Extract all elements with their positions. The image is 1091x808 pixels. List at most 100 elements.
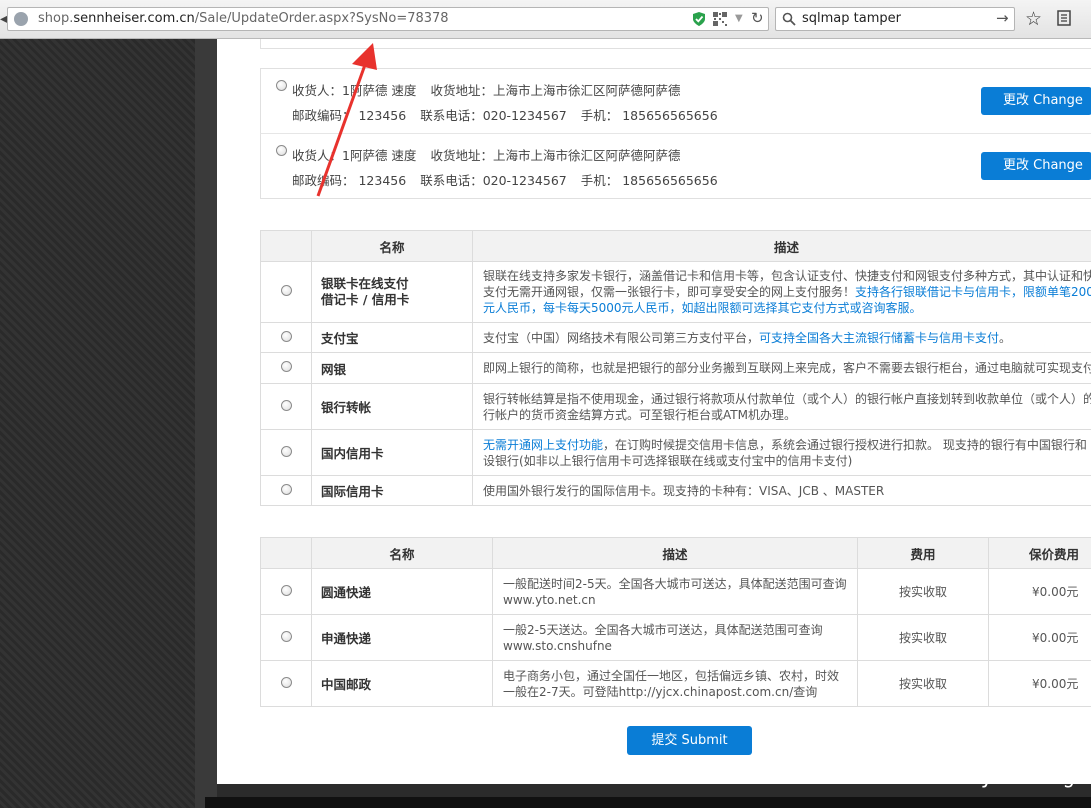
header-description: 描述 [492,537,858,569]
receiver-name: 收货人：1阿萨德 速度 [292,83,417,98]
insurance-fee: ¥0.00元 [988,568,1091,615]
address-card: 收货人：1阿萨德 速度 收货地址：上海市上海市徐汇区阿萨德阿萨德 邮政编码： 12… [260,68,1091,134]
receiver-address: 收货地址：上海市上海市徐汇区阿萨德阿萨德 [430,83,681,98]
desc-line: www.yto.net.cn [503,592,596,607]
shipping-name: 圆通快递 [311,568,493,615]
shipping-description: 一般2-5天送达。全国各大城市可送达，具体配送范围可查询 www.sto.cnsh… [492,614,858,661]
phone: 联系电话：020-1234567 [420,108,567,123]
payment-name: 银联卡在线支付 借记卡 / 信用卡 [311,261,473,323]
payment-radio[interactable] [280,285,292,296]
url-text[interactable]: shop.sennheiser.com.cn/Sale/UpdateOrder.… [38,11,449,26]
shipping-radio[interactable] [280,630,292,642]
url-bar[interactable]: shop.sennheiser.com.cn/Sale/UpdateOrder.… [7,7,769,31]
shipping-radio[interactable] [280,584,292,596]
desc-line: 支付无需开通网银，仅需一张银行卡，即可享受安全的网上支付服务！支持各行银联借记卡… [483,284,1091,300]
payment-radio[interactable] [280,483,292,495]
receiver-name: 收货人：1阿萨德 速度 [292,148,417,163]
shipping-row-yto[interactable]: 圆通快递 一般配送时间2-5天。全国各大城市可送达，具体配送范围可查询 www.y… [260,568,1091,615]
payment-description: 使用国外银行发行的国际信用卡。现支持的卡种有：VISA、JCB 、MASTER [472,475,1091,506]
desc-highlight: 无需开通网上支付功能 [483,437,604,452]
payment-row-unionpay[interactable]: 银联卡在线支付 借记卡 / 信用卡 银联在线支持多家发卡银行，涵盖借记卡和信用卡等… [260,261,1091,323]
payment-row-alipay[interactable]: 支付宝 支付宝（中国）网络技术有限公司第三方支付平台，可支持全国各大主流银行储蓄… [260,322,1091,353]
address-card: 收货人：1阿萨德 速度 收货地址：上海市上海市徐汇区阿萨德阿萨德 邮政编码： 12… [260,134,1091,199]
shipping-radio[interactable] [280,676,292,688]
name-line: 银联卡在线支付 [321,276,409,291]
desc-highlight: 支持各行银联借记卡与信用卡，限额单笔200 [855,285,1091,299]
payment-description: 支付宝（中国）网络技术有限公司第三方支付平台，可支持全国各大主流银行储蓄卡与信用… [472,322,1091,353]
mobile: 手机： 185656565656 [580,173,718,188]
radio-cell [260,352,312,384]
footer-strip [205,797,1091,808]
url-path: /Sale/UpdateOrder.aspx?SysNo=78378 [194,11,449,26]
payment-description: 银行转帐结算是指不使用现金，通过银行将款项从付款单位（或个人）的银行帐户直接划转… [472,383,1091,430]
zip-code: 邮政编码： 123456 [292,173,407,188]
payment-row-netbank[interactable]: 网银 即网上银行的简称，也就是把银行的部分业务搬到互联网上来完成，客户不需要去银… [260,352,1091,384]
header-name: 名称 [311,230,473,262]
shipping-row-post[interactable]: 中国邮政 电子商务小包，通过全国任一地区，包括偏远乡镇、农村，时效 一般在2-7天… [260,660,1091,707]
shipping-description: 一般配送时间2-5天。全国各大城市可送达，具体配送范围可查询 www.yto.ne… [492,568,858,615]
desc-line: 一般配送时间2-5天。全国各大城市可送达，具体配送范围可查询 [503,576,847,591]
arrow-right-icon[interactable]: → [996,9,1009,27]
desc-text: 支付宝（中国）网络技术有限公司第三方支付平台， [483,330,760,345]
main-content: 收货人：1阿萨德 速度 收货地址：上海市上海市徐汇区阿萨德阿萨德 邮政编码： 12… [217,39,1091,784]
qr-code-icon[interactable] [713,12,727,26]
change-address-button[interactable]: 更改 Change [981,152,1091,180]
address-line: 收货人：1阿萨德 速度 收货地址：上海市上海市徐汇区阿萨德阿萨德 [292,145,680,164]
payment-methods-table: 名称 描述 银联卡在线支付 借记卡 / 信用卡 银联在线支持多家发卡银行，涵盖借记… [260,230,1091,506]
watermark: www.wooyun.org [885,764,1077,788]
shipping-description: 电子商务小包，通过全国任一地区，包括偏远乡镇、农村，时效 一般在2-7天。可登陆h… [492,660,858,707]
page-gutter [195,39,217,808]
desc-text: ，在订购时候提交信用卡信息，系统会通过银行授权进行扣款。 现支持的银行有中国银行… [603,437,1087,452]
address-radio[interactable] [276,145,287,156]
shipping-fee: 按实收取 [857,568,989,615]
receiver-address: 收货地址：上海市上海市徐汇区阿萨德阿萨德 [430,148,681,163]
name-line: 借记卡 / 信用卡 [321,292,410,307]
shipping-row-sto[interactable]: 申通快递 一般2-5天送达。全国各大城市可送达，具体配送范围可查询 www.sto… [260,614,1091,661]
desc-line: 一般2-5天送达。全国各大城市可送达，具体配送范围可查询 [503,622,823,637]
search-bar[interactable]: sqlmap tamper → [775,7,1015,31]
search-input[interactable]: sqlmap tamper [802,11,901,26]
radio-cell [260,322,312,353]
payment-radio[interactable] [280,445,292,457]
desc-line: 行帐户的货币资金结算方式。可至银行柜台或ATM机办理。 [483,407,796,422]
shield-icon[interactable] [692,11,706,27]
address-radio[interactable] [276,80,287,91]
header-name: 名称 [311,537,493,569]
payment-name: 网银 [311,352,473,384]
insurance-fee: ¥0.00元 [988,614,1091,661]
chevron-down-icon[interactable]: ▼ [735,13,743,24]
address-contact-line: 邮政编码： 123456 联系电话：020-1234567 手机： 18565656… [292,170,718,189]
payment-row-intl-card[interactable]: 国际信用卡 使用国外银行发行的国际信用卡。现支持的卡种有：VISA、JCB 、M… [260,475,1091,506]
payment-radio[interactable] [280,361,292,372]
payment-row-domestic-card[interactable]: 国内信用卡 无需开通网上支付功能，在订购时候提交信用卡信息，系统会通过银行授权进… [260,429,1091,476]
change-address-button[interactable]: 更改 Change [981,87,1091,115]
header-radio [260,537,312,569]
desc-highlight: 可支持全国各大主流银行储蓄卡与信用卡支付 [759,330,1000,345]
payment-name: 银行转帐 [311,383,473,430]
browser-toolbar: ◀ shop.sennheiser.com.cn/Sale/UpdateOrde… [0,0,1091,39]
globe-icon [14,12,28,26]
star-icon[interactable]: ☆ [1025,8,1042,30]
address-contact-line: 邮政编码： 123456 联系电话：020-1234567 手机： 18565656… [292,105,718,124]
reload-icon[interactable]: ↻ [751,9,764,27]
table-header-row: 名称 描述 费用 保价费用 [260,537,1091,569]
header-description: 描述 [472,230,1091,262]
search-icon [782,12,796,26]
header-radio [260,230,312,262]
reading-list-icon[interactable] [1057,10,1071,26]
url-domain: sennheiser.com.cn [73,11,195,26]
payment-radio[interactable] [280,330,292,342]
payment-name: 支付宝 [311,322,473,353]
radio-cell [260,568,312,615]
shipping-fee: 按实收取 [857,660,989,707]
payment-radio[interactable] [280,399,292,411]
payment-description: 无需开通网上支付功能，在订购时候提交信用卡信息，系统会通过银行授权进行扣款。 现… [472,429,1091,476]
payment-name: 国内信用卡 [311,429,473,476]
shipping-name: 中国邮政 [311,660,493,707]
radio-cell [260,429,312,476]
desc-line: 电子商务小包，通过全国任一地区，包括偏远乡镇、农村，时效 [503,668,840,683]
payment-row-bank-transfer[interactable]: 银行转帐 银行转帐结算是指不使用现金，通过银行将款项从付款单位（或个人）的银行帐… [260,383,1091,430]
desc-line: 无需开通网上支付功能，在订购时候提交信用卡信息，系统会通过银行授权进行扣款。 现… [483,437,1091,453]
submit-button[interactable]: 提交 Submit [627,726,752,755]
phone: 联系电话：020-1234567 [420,173,567,188]
